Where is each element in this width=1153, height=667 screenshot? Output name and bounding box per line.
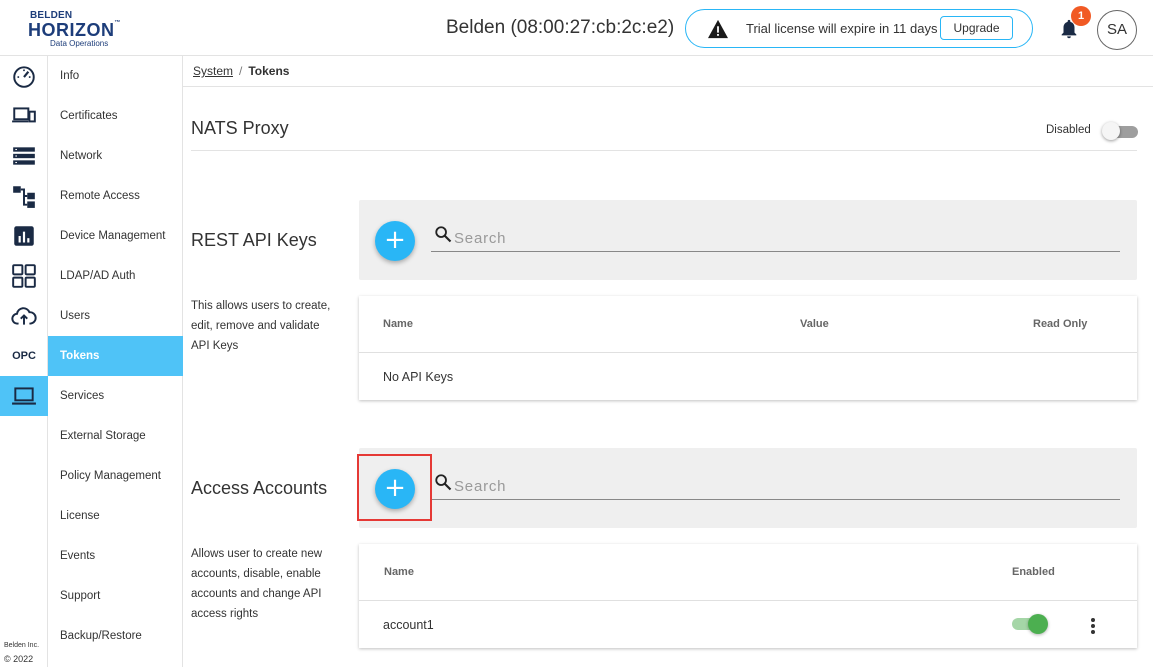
cloud-upload-icon: [11, 307, 37, 325]
column-header-name[interactable]: Name: [383, 318, 413, 330]
access-accounts-description: Allows user to create new accounts, disa…: [191, 548, 323, 620]
license-text: Trial license will expire in 11 days: [746, 21, 938, 36]
dashboard-icon: [13, 66, 35, 88]
subnav-item-events[interactable]: Events: [48, 536, 183, 576]
warning-icon: [708, 19, 728, 39]
rail-list[interactable]: [0, 136, 48, 176]
main-content: System / Tokens NATS Proxy Disabled REST A…: [183, 56, 1153, 667]
app-root: BELDEN HORIZON™ Data Operations Belden (…: [0, 0, 1153, 667]
license-banner: Trial license will expire in 11 days Upg…: [685, 9, 1033, 48]
search-icon: [435, 226, 452, 243]
belden-horizon-logo[interactable]: BELDEN HORIZON™ Data Operations: [28, 10, 128, 48]
rail-hierarchy[interactable]: [0, 176, 48, 216]
toggle-knob: [1102, 122, 1120, 140]
api-keys-table: Name Value Read Only No API Keys: [359, 296, 1137, 400]
subnav-item-ldap-auth[interactable]: LDAP/AD Auth: [48, 256, 183, 296]
rail-devices[interactable]: [0, 96, 48, 136]
api-keys-empty-text: No API Keys: [383, 370, 454, 384]
account-enabled-toggle[interactable]: [1012, 614, 1048, 634]
more-vert-icon[interactable]: [1088, 616, 1098, 636]
column-header-value[interactable]: Value: [800, 318, 829, 330]
api-keys-search-input[interactable]: [454, 226, 1120, 252]
subnav-item-tokens[interactable]: Tokens: [48, 336, 183, 376]
highlight-box: [357, 454, 432, 521]
search-underline: [431, 251, 454, 252]
subnav-item-network[interactable]: Network: [48, 136, 183, 176]
subnav-item-support[interactable]: Support: [48, 576, 183, 616]
opc-icon: OPC: [12, 350, 36, 362]
rail-chart[interactable]: [0, 216, 48, 256]
search-underline: [431, 499, 454, 500]
subnav-item-services[interactable]: Services: [48, 376, 183, 416]
chart-icon: [14, 226, 34, 246]
nats-proxy-toggle[interactable]: [1102, 122, 1138, 140]
subnav-item-external-storage[interactable]: External Storage: [48, 416, 183, 456]
rail-apps[interactable]: [0, 256, 48, 296]
subnav-item-info[interactable]: Info: [48, 56, 183, 96]
rest-api-keys-title: REST API Keys: [191, 230, 317, 250]
subnav-item-license[interactable]: License: [48, 496, 183, 536]
search-icon: [435, 474, 452, 491]
subnav-item-certificates[interactable]: Certificates: [48, 96, 183, 136]
rest-api-keys-description: This allows users to create, edit, remov…: [191, 300, 331, 352]
rail-dashboard[interactable]: [0, 56, 48, 96]
access-accounts-title: Access Accounts: [191, 478, 328, 498]
top-header: BELDEN HORIZON™ Data Operations Belden (…: [0, 0, 1153, 56]
nats-proxy-title: NATS Proxy: [191, 118, 289, 138]
rest-api-toolbar: +: [359, 200, 1137, 280]
column-header-enabled[interactable]: Enabled: [1012, 566, 1055, 578]
footer-company: Belden Inc.: [4, 642, 40, 649]
list-icon: [13, 147, 35, 165]
access-accounts-toolbar: +: [359, 448, 1137, 528]
rail-opc[interactable]: OPC: [0, 336, 48, 376]
table-header-divider: [359, 600, 1137, 601]
breadcrumb-separator: /: [239, 64, 243, 78]
column-header-read-only[interactable]: Read Only: [1033, 318, 1087, 330]
logo-line3: Data Operations: [50, 39, 109, 48]
access-accounts-search-input[interactable]: [454, 474, 1120, 500]
user-avatar[interactable]: SA: [1097, 10, 1137, 50]
rail-cloud[interactable]: [0, 296, 48, 336]
access-accounts-table: Name Enabled account1: [359, 544, 1137, 648]
device-title: Belden (08:00:27:cb:2c:e2): [446, 17, 675, 38]
subnav-item-users[interactable]: Users: [48, 296, 183, 336]
column-header-name[interactable]: Name: [384, 566, 414, 578]
subnav-item-device-management[interactable]: Device Management: [48, 216, 183, 256]
toggle-knob: [1028, 614, 1048, 634]
system-subnav: Info Certificates Network Remote Access …: [48, 56, 183, 667]
footer-copyright: © 2022: [4, 654, 34, 664]
breadcrumb-current: Tokens: [248, 64, 290, 78]
logo-line2: HORIZON™: [28, 20, 121, 40]
add-api-key-button[interactable]: +: [375, 221, 415, 261]
apps-icon: [12, 264, 36, 288]
table-header-divider: [359, 352, 1137, 353]
nats-divider: [191, 150, 1137, 151]
laptop-icon: [12, 387, 36, 405]
breadcrumb-divider: [183, 86, 1153, 87]
breadcrumb: System / Tokens: [193, 64, 289, 78]
nats-status-label: Disabled: [1046, 124, 1091, 136]
hierarchy-icon: [13, 186, 35, 208]
upgrade-button[interactable]: Upgrade: [940, 16, 1013, 40]
notification-badge[interactable]: 1: [1071, 6, 1091, 26]
account-name: account1: [383, 618, 434, 632]
rail-system[interactable]: [0, 376, 48, 416]
breadcrumb-system-link[interactable]: System: [193, 64, 233, 78]
subnav-item-policy-management[interactable]: Policy Management: [48, 456, 183, 496]
icon-rail: OPC Belden Inc. © 2022: [0, 56, 48, 667]
subnav-item-backup-restore[interactable]: Backup/Restore: [48, 616, 183, 656]
devices-icon: [12, 107, 36, 123]
subnav-item-remote-access[interactable]: Remote Access: [48, 176, 183, 216]
